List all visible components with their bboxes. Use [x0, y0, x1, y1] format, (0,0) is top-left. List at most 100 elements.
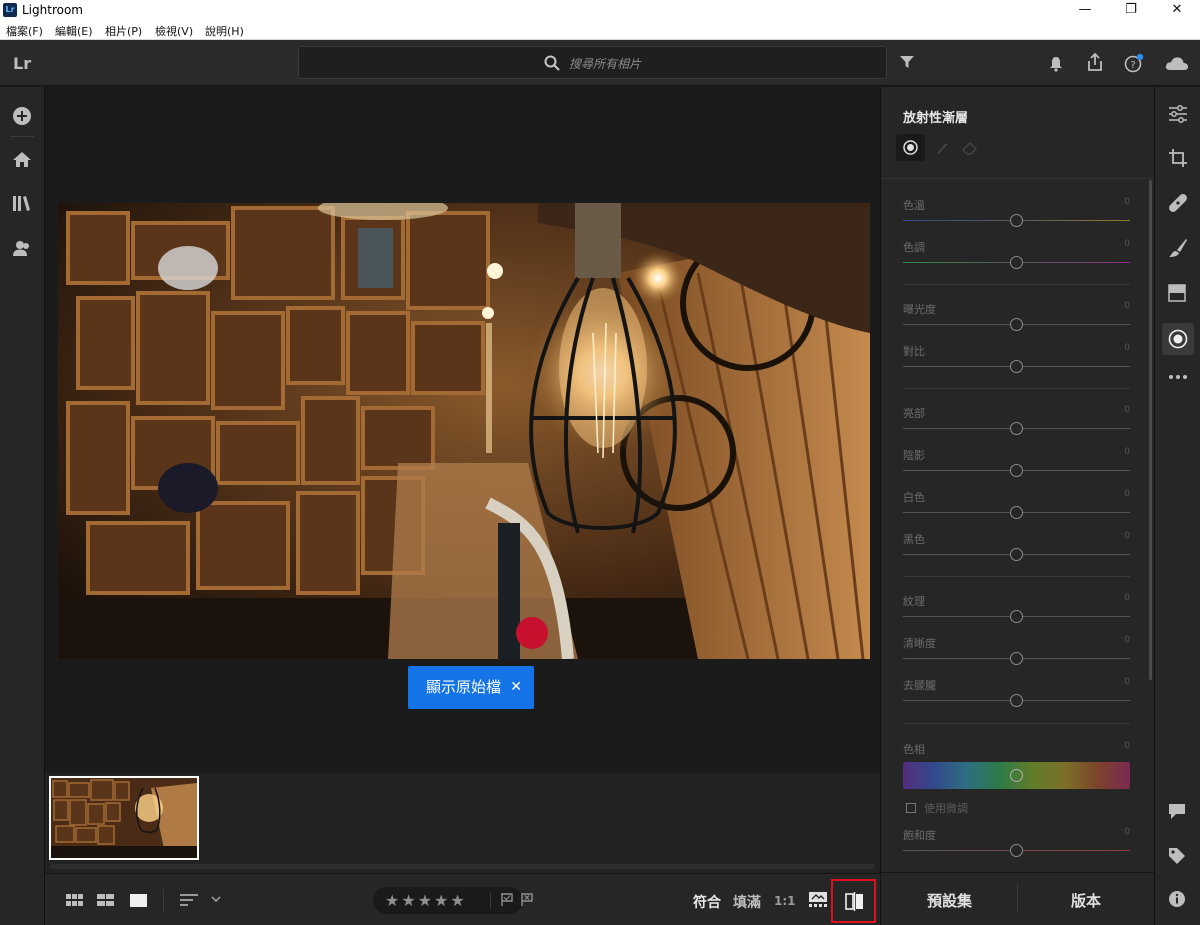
zoom-fit-button[interactable]: 符合: [693, 892, 721, 912]
slider-tint[interactable]: 色調 0: [903, 239, 1130, 273]
slider-thumb[interactable]: [1010, 694, 1023, 707]
brush-icon[interactable]: [935, 141, 949, 155]
eraser-icon[interactable]: [962, 142, 977, 155]
radial-mask-icon: [903, 140, 918, 155]
slider-contrast[interactable]: 對比 0: [903, 343, 1130, 377]
slider-value[interactable]: 0: [1124, 197, 1130, 207]
add-photo-icon[interactable]: [12, 106, 32, 126]
slider-thumb[interactable]: [1010, 769, 1023, 782]
home-icon[interactable]: [12, 151, 32, 168]
panel-scrollbar[interactable]: [1149, 180, 1152, 680]
help-icon[interactable]: ?: [1124, 53, 1144, 73]
chevron-down-icon[interactable]: [211, 896, 221, 903]
slider-blacks[interactable]: 黑色 0: [903, 531, 1130, 565]
rating-stars[interactable]: ★★★★★: [385, 891, 467, 910]
slider-clarity[interactable]: 清晰度 0: [903, 635, 1130, 669]
slider-thumb[interactable]: [1010, 844, 1023, 857]
slider-saturation[interactable]: 飽和度 0: [903, 827, 1130, 861]
info-icon[interactable]: [1168, 890, 1186, 908]
flag-reject-icon[interactable]: [521, 893, 534, 906]
slider-thumb[interactable]: [1010, 422, 1023, 435]
slider-value[interactable]: 0: [1124, 741, 1130, 751]
slider-label: 亮部: [903, 407, 925, 420]
main-photo[interactable]: [58, 203, 870, 659]
brush-new-mask-button[interactable]: [896, 134, 925, 161]
use-fine-adjust-checkbox[interactable]: 使用微調: [906, 800, 968, 816]
slider-thumb[interactable]: [1010, 214, 1023, 227]
search-input[interactable]: 搜尋所有相片: [298, 46, 887, 79]
hue-slider[interactable]: [903, 762, 1130, 789]
slider-value[interactable]: 0: [1124, 405, 1130, 415]
menu-file[interactable]: 檔案(F): [6, 23, 43, 39]
before-after-icon[interactable]: [809, 892, 827, 908]
crop-icon[interactable]: [1168, 148, 1188, 168]
versions-button[interactable]: 版本: [1071, 890, 1101, 911]
tag-icon[interactable]: [1168, 847, 1186, 865]
slider-whites[interactable]: 白色 0: [903, 489, 1130, 523]
slider-thumb[interactable]: [1010, 506, 1023, 519]
slider-value[interactable]: 0: [1124, 635, 1130, 645]
slider-value[interactable]: 0: [1124, 343, 1130, 353]
slider-dehaze[interactable]: 去朦朧 0: [903, 677, 1130, 711]
zoom-1to1-button[interactable]: 1:1: [774, 894, 796, 908]
bell-icon[interactable]: [1049, 56, 1063, 72]
slider-value[interactable]: 0: [1124, 239, 1130, 249]
slider-value[interactable]: 0: [1124, 531, 1130, 541]
slider-thumb[interactable]: [1010, 610, 1023, 623]
slider-temperature[interactable]: 色溫 0: [903, 197, 1130, 231]
zoom-fill-button[interactable]: 填滿: [733, 892, 761, 912]
slider-value[interactable]: 0: [1124, 593, 1130, 603]
photo-grid-icon[interactable]: [97, 894, 114, 907]
sort-icon[interactable]: [180, 894, 198, 907]
library-icon[interactable]: [12, 195, 32, 212]
filter-icon[interactable]: [900, 56, 914, 69]
more-options-icon[interactable]: [1168, 374, 1188, 380]
slider-thumb[interactable]: [1010, 652, 1023, 665]
edit-sliders-icon[interactable]: [1168, 105, 1188, 123]
slider-value[interactable]: 0: [1124, 447, 1130, 457]
presets-button[interactable]: 預設集: [927, 890, 972, 911]
brush-tool-icon[interactable]: [1168, 238, 1188, 258]
menu-photo[interactable]: 相片(P): [105, 23, 142, 39]
people-icon[interactable]: [12, 240, 32, 257]
close-button[interactable]: ✕: [1154, 0, 1200, 21]
slider-texture[interactable]: 紋理 0: [903, 593, 1130, 627]
menu-help[interactable]: 說明(H): [205, 23, 244, 39]
slider-exposure[interactable]: 曝光度 0: [903, 301, 1130, 335]
slider-thumb[interactable]: [1010, 464, 1023, 477]
slider-thumb[interactable]: [1010, 318, 1023, 331]
slider-label: 曝光度: [903, 303, 936, 316]
compare-view-button[interactable]: [831, 879, 876, 923]
radial-gradient-tool[interactable]: [1162, 323, 1194, 355]
slider-highlights[interactable]: 亮部 0: [903, 405, 1130, 439]
linear-gradient-icon[interactable]: [1168, 284, 1186, 302]
menu-edit[interactable]: 編輯(E): [55, 23, 93, 39]
square-grid-icon[interactable]: [66, 894, 83, 907]
photo-thumbnail[interactable]: [49, 776, 199, 860]
checkbox[interactable]: [906, 803, 916, 813]
cloud-sync-icon[interactable]: [1164, 55, 1190, 71]
slider-value[interactable]: 0: [1124, 301, 1130, 311]
minimize-button[interactable]: —: [1062, 0, 1108, 21]
slider-hue[interactable]: 色相 0: [903, 741, 1130, 761]
slider-value[interactable]: 0: [1124, 677, 1130, 687]
share-icon[interactable]: [1086, 53, 1104, 72]
slider-thumb[interactable]: [1010, 548, 1023, 561]
slider-label: 黑色: [903, 533, 925, 546]
slider-value[interactable]: 0: [1124, 489, 1130, 499]
radial-gradient-icon: [1168, 329, 1188, 349]
menu-view[interactable]: 檢視(V): [155, 23, 193, 39]
slider-shadows[interactable]: 陰影 0: [903, 447, 1130, 481]
lr-logo-icon[interactable]: Lr: [13, 54, 31, 73]
comment-icon[interactable]: [1168, 803, 1186, 820]
slider-thumb[interactable]: [1010, 360, 1023, 373]
healing-icon[interactable]: [1168, 193, 1188, 213]
show-original-button[interactable]: 顯示原始檔 ✕: [408, 666, 534, 709]
flag-pick-icon[interactable]: [501, 893, 514, 906]
maximize-button[interactable]: ❐: [1108, 0, 1154, 21]
slider-thumb[interactable]: [1010, 256, 1023, 269]
detail-view-icon[interactable]: [130, 894, 147, 907]
filmstrip-scrollbar[interactable]: [50, 864, 875, 869]
close-icon[interactable]: ✕: [510, 666, 522, 709]
slider-value[interactable]: 0: [1124, 827, 1130, 837]
